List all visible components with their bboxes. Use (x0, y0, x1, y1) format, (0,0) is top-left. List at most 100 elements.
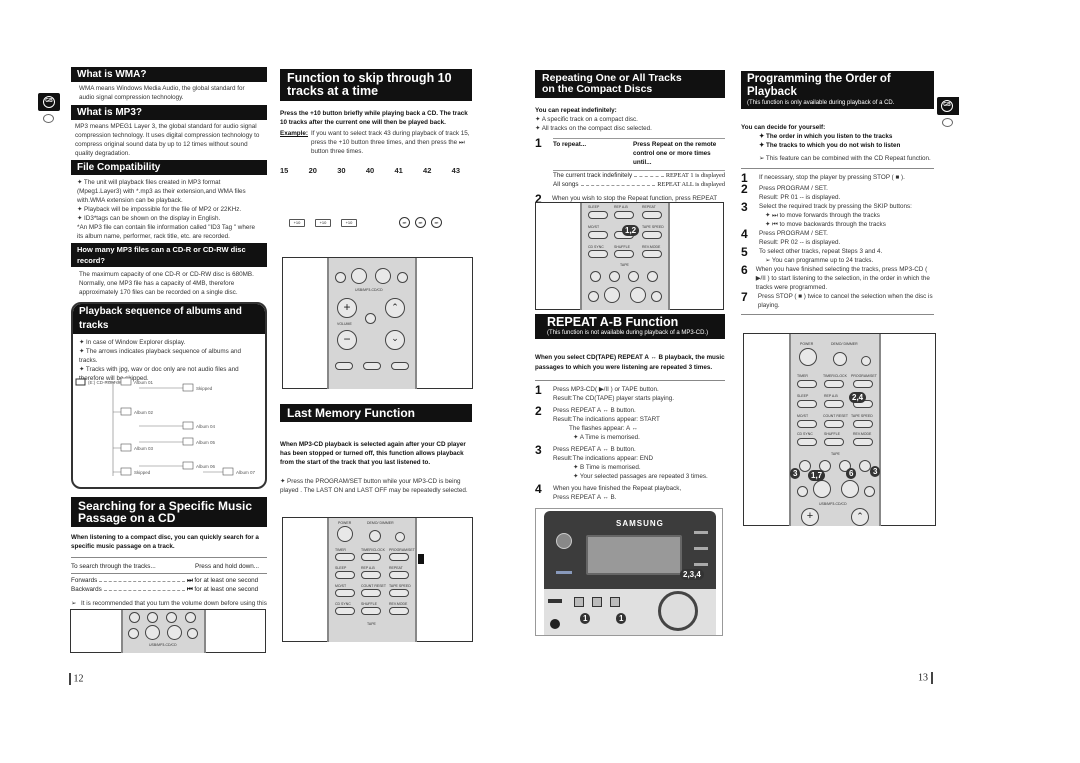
search-heading: Searching for a Specific Music Passage on… (71, 497, 267, 527)
device-bottom (544, 589, 716, 635)
repeat-ab-step: 3 Press REPEAT A ↔ B button. Result:The in… (535, 443, 708, 480)
repeat-ab-section: REPEAT A-B Function (This function is not… (535, 314, 725, 502)
manual-spread: GB What is WMA? WMA means Windows Media … (0, 0, 1080, 763)
search-intro: When listening to a compact disc, you ca… (71, 534, 259, 550)
remote-illustration-skip10: USB/MP3-CD/CD + ⌃ VOLUME − ⌄ (282, 257, 473, 389)
display-window (586, 535, 682, 575)
programming-tip: ➢ This feature can be combined with the … (759, 155, 931, 162)
wma-heading: What is WMA? (71, 67, 267, 82)
tree-node: Album 04 (196, 424, 216, 429)
remote-illustration-programming: POWER DEMO/ DIMMER TIMER TIMER/CLOCK PROGR… (743, 333, 936, 526)
search-row: Backwards ⏮ for at least one second (71, 586, 259, 593)
track-number: 41 (394, 166, 403, 175)
compat-item: ✦ The unit will playback files created i… (77, 179, 246, 204)
track-number: 43 (451, 166, 460, 175)
programming-heading: Programming the Order of Playback (This f… (741, 71, 934, 109)
compat-heading: File Compatibility (71, 160, 267, 175)
page-number-right: 13 (918, 672, 933, 684)
track-number: 15 (280, 166, 289, 175)
compat-item: ✦ ID3*tags can be shown on the display i… (77, 215, 221, 222)
remote-illustration-repeat: SLEEP REP A-B REPEAT MO/ST TAPE SPEED CD SY… (535, 202, 724, 310)
tree-node: Skipped (134, 470, 151, 475)
plus10-key-icon: +10 (289, 219, 305, 227)
repeat-ab-step: 4 When you have finished the Repeat playb… (535, 482, 682, 501)
mp3-heading: What is MP3? (71, 105, 267, 120)
last-memory-intro: When MP3-CD playback is selected again a… (280, 441, 466, 466)
step-callout: 1,2 (622, 225, 640, 236)
track-number: 40 (365, 166, 375, 175)
skip-back-icon: ⏮ (187, 586, 193, 593)
programming-step: 7 Press STOP ( ■ ) twice to cancel the se… (741, 290, 933, 309)
key-sequence: +10 +10 +10 ⏭ ⏭ ⏭ (280, 211, 472, 229)
programming-step: 3 Select the required track by pressing t… (741, 200, 912, 228)
skip-key-icon: ⏭ (414, 217, 426, 228)
power-icon (337, 526, 353, 542)
compat-item: ✦ Playback will be impossible for the fi… (77, 206, 242, 213)
tree-node: Album 03 (134, 446, 154, 451)
volume-knob (658, 591, 698, 631)
plus10-key-icon: +10 (341, 219, 357, 227)
sequence-item: ✦ In case of Window Explorer display. (79, 339, 186, 346)
repeat-table: The current track indefinitely REPEAT 1 i… (553, 170, 725, 189)
compat-list: ✦ The unit will playback files created i… (71, 175, 267, 241)
programming-step: 5 To select other tracks, repeat Steps 3 … (741, 245, 883, 264)
capacity-p2: Normally, one MP3 file has a capacity of… (79, 280, 238, 296)
mp3-text: MP3 means MPEG1 Layer 3, the global stan… (75, 123, 260, 157)
remote-illustration-search: USB/MP3-CD/CD (70, 609, 266, 653)
power-icon (799, 348, 817, 366)
sequence-heading: Playback sequence of albums and tracks (73, 304, 265, 334)
brand-logo: SAMSUNG (616, 519, 664, 528)
repeat-ab-step: 2 Press REPEAT A ↔ B button. Result:The in… (535, 404, 660, 441)
tip-arrow-icon: ➢ (71, 600, 77, 607)
remote-control: POWER DEMO/ DIMMER TIMER TIMER/CLOCK PROGR… (327, 518, 417, 642)
disc-icon (43, 114, 54, 123)
skip-forward-icon: ⏭ (187, 577, 193, 584)
tree-node: Album 06 (196, 464, 216, 469)
tree-node: Album 05 (196, 440, 216, 445)
gb-badge: GB (941, 100, 953, 112)
programming-item: ✦ The order in which you listen to the t… (759, 133, 893, 140)
repeat-ab-heading: REPEAT A-B Function (This function is not… (535, 314, 725, 339)
track-number: 30 (337, 166, 346, 175)
last-memory-note: ✦ Press the PROGRAM/SET button while you… (280, 478, 468, 494)
track-number: 20 (308, 166, 317, 175)
repeat-heading: Repeating One or All Tracks on the Compac… (535, 70, 725, 98)
power-button (556, 533, 572, 549)
repeat-ab-intro: When you select CD(TAPE) REPEAT A ↔ B pl… (535, 354, 725, 371)
last-memory-section: Last Memory Function When MP3-CD playbac… (280, 404, 472, 495)
plus10-key-icon: +10 (315, 219, 331, 227)
tip-arrow-icon: ➢ (759, 155, 765, 162)
step-callout: 1,7 (808, 470, 826, 481)
track-number: 42 (423, 166, 432, 175)
skip-key-icon: ⏭ (430, 217, 442, 228)
repeat-item: ✦ All tracks on the compact disc selecte… (535, 125, 652, 132)
repeat-step-1: 1 To repeat... Press Repeat on the remote… (535, 137, 725, 167)
column-1: What is WMA? WMA means Windows Media Aud… (71, 67, 267, 617)
wma-text: WMA means Windows Media Audio, the globa… (79, 85, 245, 101)
remote-control: USB/MP3-CD/CD (121, 610, 206, 653)
programming-step: 2 Press PROGRAM / SET. Result: PR 01 -- is… (741, 182, 841, 201)
capacity-p1: The maximum capacity of one CD-R or CD-R… (79, 271, 254, 278)
tree-node: Album 01 (134, 380, 154, 385)
tree-node: Album 07 (236, 470, 256, 475)
compat-note: *An MP3 file can contain file informatio… (77, 224, 255, 240)
skip10-heading: Function to skip through 10 tracks at a t… (280, 69, 472, 101)
skip10-intro: Press the +10 button briefly while playi… (280, 110, 468, 126)
disc-icon (942, 118, 953, 127)
search-row: Forwards ⏭ for at least one second (71, 577, 259, 584)
last-memory-heading: Last Memory Function (280, 404, 472, 422)
skip-key-icon: ⏭ (398, 217, 410, 228)
sequence-item: ✦ The arrows indicates playback sequence… (79, 348, 241, 364)
gb-badge: GB (43, 96, 55, 108)
repeat-item: ✦ A specific track on a compact disc. (535, 116, 638, 123)
remote-illustration-last-memory: POWER DEMO/ DIMMER TIMER TIMER/CLOCK PROGR… (282, 517, 473, 642)
programming-step: 6 When you have finished selecting the tr… (741, 263, 930, 291)
capacity-heading: How many MP3 files can a CD-R or CD-RW d… (71, 243, 267, 267)
repeat-row: All songs REPEAT ALL is displayed (553, 181, 725, 188)
column-2: Function to skip through 10 tracks at a t… (280, 69, 472, 229)
repeat-ab-step: 1 Press MP3-CD( ▶/II ) or TAPE button. Res… (535, 383, 674, 402)
track-sequence: 15 20 30 40 41 42 43 (280, 166, 472, 175)
device-front-panel: SAMSUNG 2,3,4 1 1 (535, 508, 723, 636)
remote-control: SLEEP REP A-B REPEAT MO/ST TAPE SPEED CD SY… (580, 203, 670, 310)
language-tab-left: GB (38, 93, 60, 111)
